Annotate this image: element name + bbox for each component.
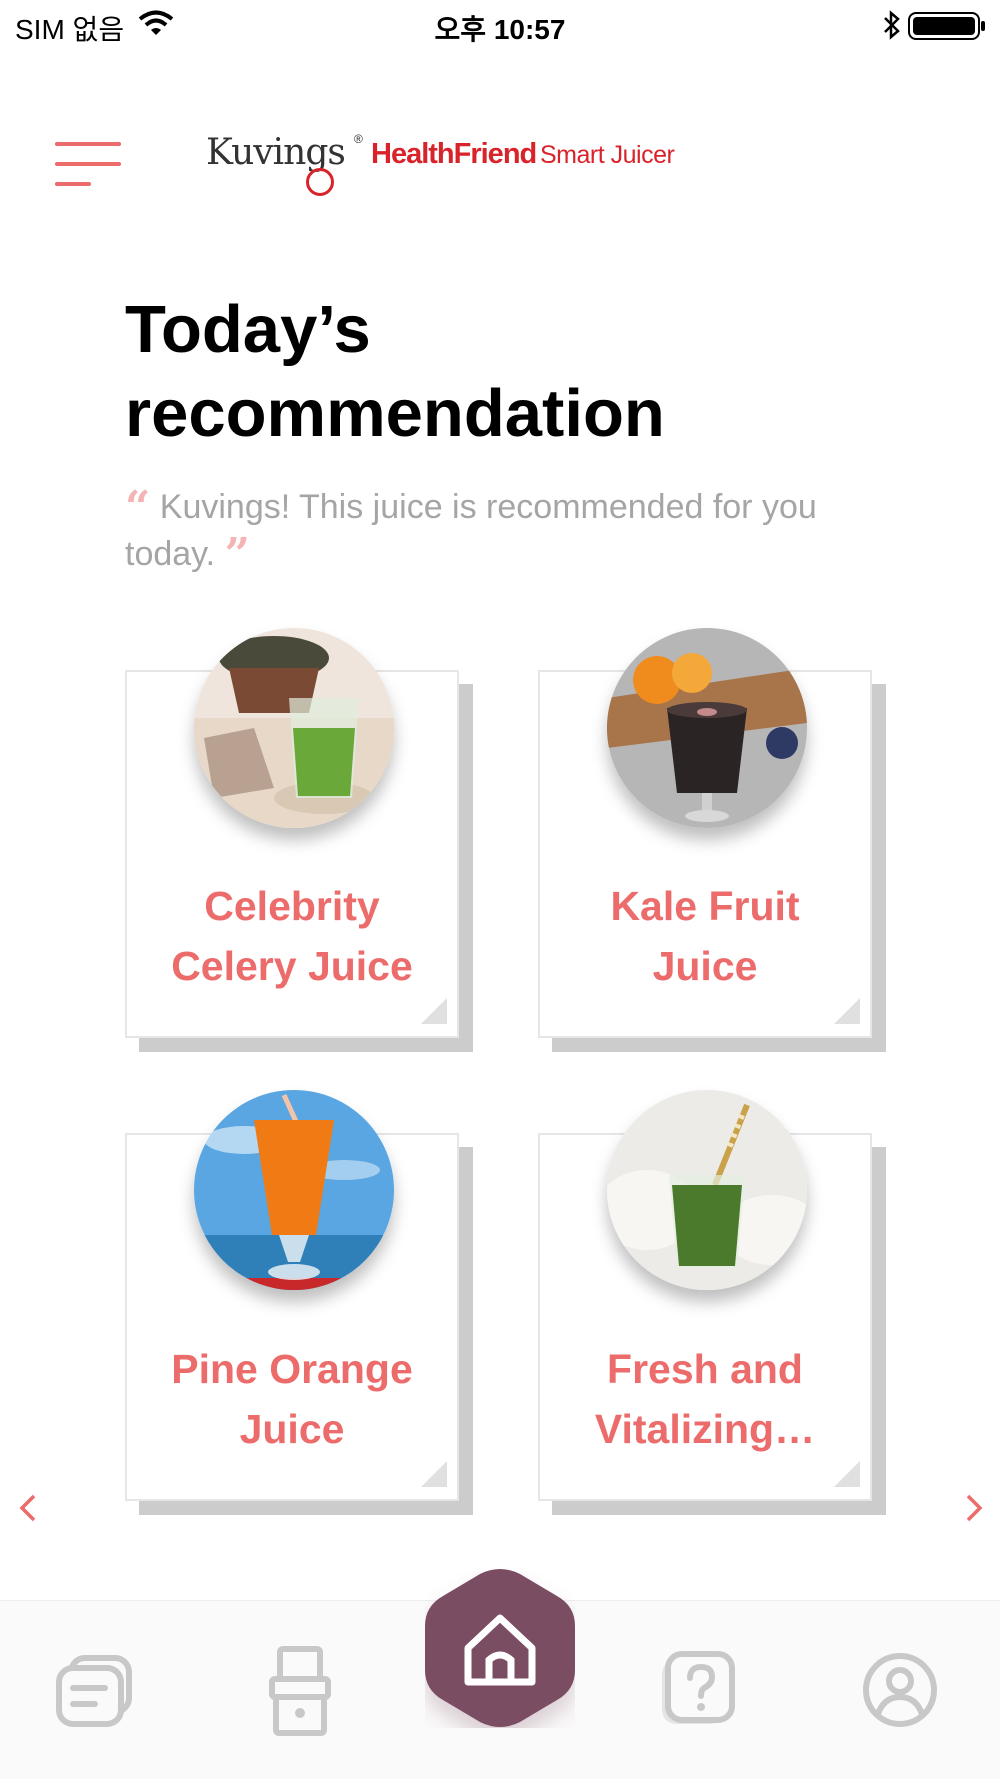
recipe-name: Fresh and Vitalizing… xyxy=(594,1346,816,1452)
page-title-line2: recommendation xyxy=(125,376,665,451)
menu-icon xyxy=(55,182,91,186)
menu-button[interactable] xyxy=(55,142,121,186)
next-arrow-icon[interactable] xyxy=(958,1492,988,1524)
fold-corner-icon xyxy=(834,1461,860,1487)
juicer-icon[interactable] xyxy=(260,1645,340,1737)
recipe-photo-kale-juice[interactable] xyxy=(607,628,807,828)
page-title-line1: Today’s xyxy=(125,292,371,367)
menu-icon xyxy=(55,142,121,146)
logo-product: HealthFriend xyxy=(371,138,537,170)
registered-mark: ® xyxy=(354,132,363,146)
battery-icon xyxy=(908,12,985,40)
help-icon[interactable] xyxy=(660,1650,740,1730)
open-quote-icon: “ xyxy=(125,482,151,533)
status-bar: SIM 없음 오후 10:57 xyxy=(0,0,1000,50)
close-quote-icon: ” xyxy=(224,529,250,580)
recipe-photo-orange-juice[interactable] xyxy=(194,1090,394,1290)
page-title: Today’s recommendation xyxy=(125,288,925,456)
bluetooth-icon xyxy=(884,10,900,40)
recipe-name: Pine Orange Juice xyxy=(171,1346,413,1452)
fold-corner-icon xyxy=(834,998,860,1024)
profile-icon[interactable] xyxy=(860,1650,940,1730)
recommendation-quote: “ Kuvings! This juice is recommended for… xyxy=(125,484,895,578)
recipe-name: Celebrity Celery Juice xyxy=(171,883,413,989)
recipe-photo-green-juice[interactable] xyxy=(607,1090,807,1290)
logo-subtitle: Smart Juicer xyxy=(540,141,675,169)
logo-swirl-icon xyxy=(306,168,334,196)
recipe-photo-celery-juice[interactable] xyxy=(194,628,394,828)
fold-corner-icon xyxy=(421,998,447,1024)
clock: 오후 10:57 xyxy=(434,14,566,45)
menu-icon xyxy=(55,162,121,166)
logo-brand: Kuvings xyxy=(206,132,346,173)
recipes-icon[interactable] xyxy=(55,1650,135,1730)
home-button[interactable] xyxy=(425,1568,575,1728)
recipe-name: Kale Fruit Juice xyxy=(610,883,800,989)
fold-corner-icon xyxy=(421,1461,447,1487)
app-logo: Kuvings ® HealthFriend Smart Juicer xyxy=(206,130,676,196)
prev-arrow-icon[interactable] xyxy=(14,1492,44,1524)
